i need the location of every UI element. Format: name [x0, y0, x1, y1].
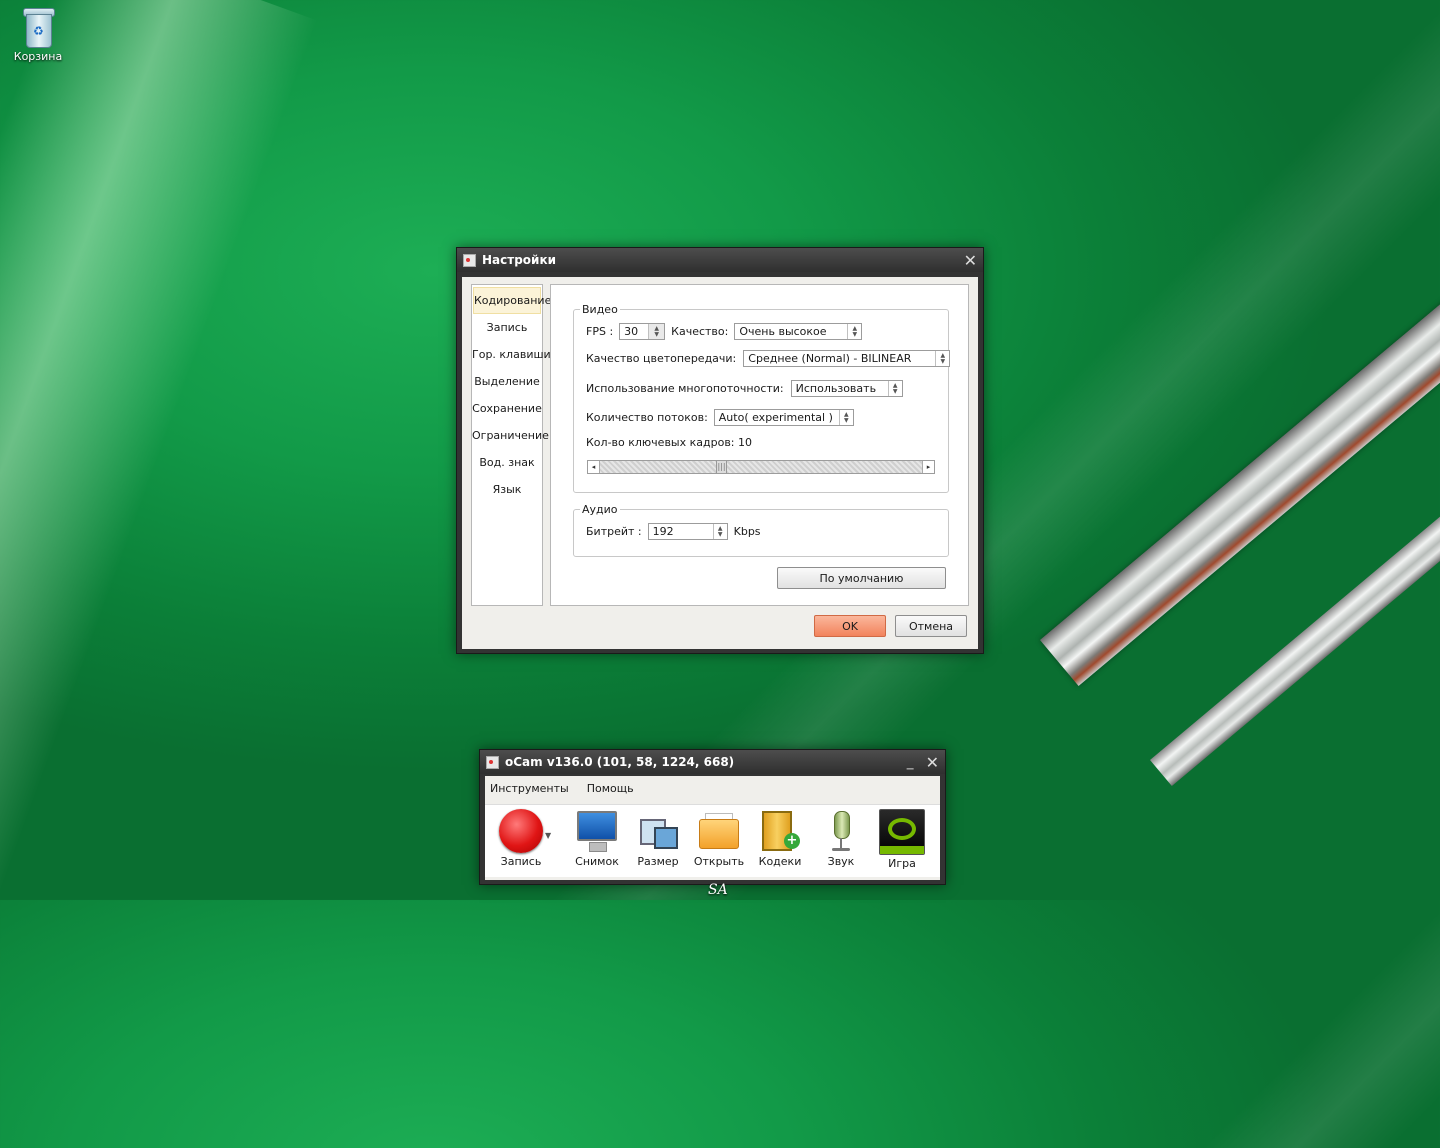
- restore-defaults-label: По умолчанию: [819, 571, 904, 585]
- quality-select[interactable]: Очень высокое ▲ ▼: [734, 323, 863, 340]
- ocam-toolbar: ▼ Запись Снимок Размер Открыть + Кодеки: [485, 804, 940, 877]
- sidebar-item-record[interactable]: Запись: [472, 314, 542, 341]
- codecs-button[interactable]: + Кодеки: [750, 809, 810, 868]
- fps-value: 30: [624, 325, 639, 338]
- chevron-down-icon[interactable]: ▼: [545, 831, 551, 840]
- open-button[interactable]: Открыть: [689, 809, 749, 868]
- encoding-panel: Видео FPS : 30 ▲ ▼ Качество: Очень высоко…: [550, 284, 969, 606]
- folder-icon: [697, 809, 741, 853]
- bitrate-spinner-icon[interactable]: ▲ ▼: [712, 524, 727, 539]
- threads-label: Количество потоков:: [586, 411, 708, 424]
- resize-label: Размер: [637, 855, 679, 868]
- microphone-icon: [819, 809, 863, 853]
- wallpaper-highlight: [0, 0, 318, 1148]
- chevron-updown-icon: ▲ ▼: [838, 410, 853, 425]
- record-button[interactable]: ▼ Запись: [491, 809, 551, 868]
- quality-value: Очень высокое: [739, 325, 827, 338]
- cancel-label: Отмена: [908, 619, 954, 633]
- screenshot-label: Снимок: [575, 855, 619, 868]
- color-quality-label: Качество цветопередачи:: [586, 352, 737, 365]
- close-icon[interactable]: ✕: [964, 251, 977, 270]
- ok-label: OK: [842, 619, 858, 633]
- recycle-bin-icon: ♻: [23, 6, 55, 48]
- close-icon[interactable]: ✕: [926, 753, 939, 772]
- fps-spinner-icon[interactable]: ▲ ▼: [648, 324, 665, 339]
- settings-sidebar: Кодирование Запись Гор. клавиши Выделени…: [471, 284, 551, 606]
- sidebar-item-watermark[interactable]: Вод. знак: [472, 449, 542, 476]
- settings-dialog: Настройки ✕ Кодирование Запись Гор. клав…: [456, 247, 984, 654]
- bitrate-unit: Kbps: [733, 525, 761, 538]
- resize-icon: [636, 809, 680, 853]
- threads-value: Auto( experimental ): [718, 411, 833, 424]
- game-label: Игра: [888, 857, 916, 870]
- multithreading-label: Использование многопоточности:: [586, 382, 784, 395]
- record-label: Запись: [500, 855, 542, 868]
- sidebar-item-encoding[interactable]: Кодирование: [473, 287, 551, 314]
- recycle-bin-label: Корзина: [13, 50, 63, 63]
- sound-button[interactable]: Звук: [811, 809, 871, 868]
- keyframes-slider[interactable]: ◂ ||| ▸: [587, 460, 935, 474]
- bitrate-label: Битрейт :: [586, 525, 642, 538]
- settings-title: Настройки: [482, 253, 557, 267]
- chevron-updown-icon: ▲ ▼: [847, 324, 861, 339]
- ocam-menubar: Инструменты Помощь: [485, 776, 940, 800]
- recycle-bin-shortcut[interactable]: ♻ Корзина: [8, 6, 68, 63]
- app-icon: [486, 755, 499, 769]
- wallpaper-pipe: [1040, 190, 1440, 686]
- video-legend: Видео: [582, 303, 618, 316]
- multithreading-select[interactable]: Использовать ▲ ▼: [790, 380, 903, 397]
- open-label: Открыть: [693, 855, 745, 868]
- fps-input[interactable]: 30 ▲ ▼: [619, 323, 666, 340]
- screenshot-button[interactable]: Снимок: [567, 809, 627, 868]
- settings-client: Кодирование Запись Гор. клавиши Выделени…: [462, 277, 978, 649]
- ocam-titlebar[interactable]: oCam v136.0 (101, 58, 1224, 668) _ ✕: [480, 750, 945, 774]
- ocam-client: Инструменты Помощь ▼ Запись Снимок Разме…: [485, 776, 940, 880]
- keyframes-label: Кол-во ключевых кадров: 10: [586, 436, 753, 449]
- minimize-icon[interactable]: _: [907, 754, 914, 770]
- fps-label: FPS :: [586, 325, 614, 338]
- slider-thumb[interactable]: |||: [716, 461, 727, 473]
- chevron-updown-icon: ▲ ▼: [935, 351, 949, 366]
- sound-label: Звук: [827, 855, 855, 868]
- slider-right-arrow-icon[interactable]: ▸: [922, 461, 934, 473]
- monitor-icon: [575, 809, 619, 853]
- record-icon: [499, 809, 543, 853]
- menu-help[interactable]: Помощь: [587, 782, 634, 795]
- nvidia-icon: [879, 809, 925, 855]
- ocam-window: oCam v136.0 (101, 58, 1224, 668) _ ✕ Инс…: [479, 749, 946, 885]
- cancel-button[interactable]: Отмена: [895, 615, 967, 637]
- audio-legend: Аудио: [582, 503, 618, 516]
- desktop-watermark: SA: [708, 882, 728, 898]
- bitrate-value: 192: [652, 525, 674, 538]
- game-button[interactable]: Игра: [872, 809, 932, 870]
- restore-defaults-button[interactable]: По умолчанию: [777, 567, 946, 589]
- resize-button[interactable]: Размер: [628, 809, 688, 868]
- codecs-label: Кодеки: [758, 855, 802, 868]
- slider-left-arrow-icon[interactable]: ◂: [588, 461, 600, 473]
- ocam-title: oCam v136.0 (101, 58, 1224, 668): [505, 755, 735, 769]
- settings-titlebar[interactable]: Настройки ✕: [457, 248, 983, 272]
- menu-tools[interactable]: Инструменты: [490, 782, 569, 795]
- bitrate-input[interactable]: 192 ▲ ▼: [647, 523, 728, 540]
- sidebar-item-limit[interactable]: Ограничение: [472, 422, 549, 449]
- app-icon: [463, 253, 476, 267]
- multithreading-value: Использовать: [795, 382, 877, 395]
- chevron-updown-icon: ▲ ▼: [887, 381, 902, 396]
- threads-select[interactable]: Auto( experimental ) ▲ ▼: [713, 409, 854, 426]
- sidebar-item-save[interactable]: Сохранение: [472, 395, 542, 422]
- sidebar-item-language[interactable]: Язык: [472, 476, 542, 503]
- sidebar-item-hotkeys[interactable]: Гор. клавиши: [472, 341, 551, 368]
- color-quality-select[interactable]: Среднее (Normal) - BILINEAR ▲ ▼: [743, 350, 951, 367]
- sidebar-item-selection[interactable]: Выделение: [472, 368, 542, 395]
- quality-label: Качество:: [671, 325, 729, 338]
- color-quality-value: Среднее (Normal) - BILINEAR: [748, 352, 912, 365]
- codec-film-icon: +: [758, 809, 802, 853]
- ok-button[interactable]: OK: [814, 615, 886, 637]
